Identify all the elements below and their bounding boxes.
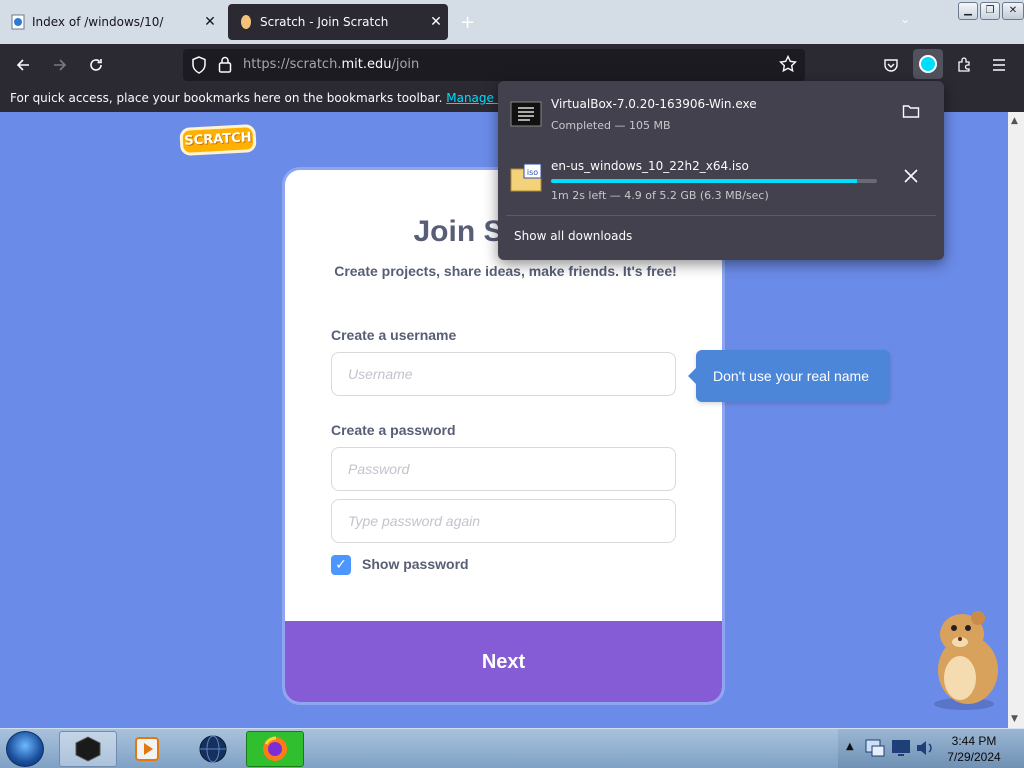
clock[interactable]: 3:44 PM 7/29/2024 [936,733,1012,765]
clock-date: 7/29/2024 [947,750,1001,764]
password-label: Create a password [331,422,456,438]
show-password-label[interactable]: Show password [362,556,469,572]
scratch-cat-icon [238,14,254,30]
forward-arrow-icon[interactable] [47,52,73,78]
chevron-down-icon[interactable]: ⌄ [900,12,910,26]
tab-strip: Index of /windows/10/ ✕ Scratch - Join S… [0,0,1024,44]
bookmarks-hint: For quick access, place your bookmarks h… [10,91,443,105]
ie-page-icon [10,14,26,30]
password-confirm-input[interactable] [331,499,676,543]
download-filename: en-us_windows_10_22h2_x64.iso [551,159,749,173]
lock-icon[interactable] [218,56,232,77]
username-input[interactable] [331,352,676,396]
download-progress-icon [919,55,937,73]
taskbar-item-virtualbox[interactable] [59,731,117,767]
bookmark-star-icon[interactable] [778,54,798,77]
close-tab-icon[interactable]: ✕ [198,14,222,30]
show-hidden-icons-icon[interactable]: ▲ [846,741,854,752]
new-tab-icon[interactable]: + [460,12,475,33]
taskbar-item-media-player[interactable] [118,731,176,767]
speaker-icon[interactable] [914,737,936,759]
virtualbox-icon [75,736,101,762]
folder-icon[interactable] [900,103,922,125]
monitor-icon[interactable] [890,737,912,759]
shield-icon[interactable] [191,56,207,78]
close-window-button[interactable]: ✕ [1002,2,1024,20]
tab-title: Scratch - Join Scratch [260,15,389,29]
cancel-download-icon[interactable] [900,167,922,189]
tab-index-windows[interactable]: Index of /windows/10/ ✕ [0,4,222,40]
download-filename: VirtualBox-7.0.20-163906-Win.exe [551,97,757,111]
minimize-button[interactable]: ▁ [958,2,978,20]
hamster-mascot-icon [934,611,998,710]
media-player-icon [135,737,159,761]
next-button[interactable]: Next [285,621,722,702]
start-button[interactable] [6,731,44,767]
downloads-panel: VirtualBox-7.0.20-163906-Win.exe Complet… [498,81,944,260]
globe-icon [199,735,227,763]
download-item[interactable]: iso en-us_windows_10_22h2_x64.iso 1m 2s … [506,153,936,209]
download-progress-bar [551,179,877,183]
system-tray: ▲ 3:44 PM 7/29/2024 [838,729,1024,768]
download-status: Completed — 105 MB [551,119,671,132]
url-text: https://scratch.mit.edu/join [243,57,420,72]
scroll-down-icon[interactable]: ▼ [1011,714,1018,724]
username-label: Create a username [331,327,457,343]
menu-icon[interactable] [986,52,1012,78]
taskbar-item-firefox[interactable] [246,731,304,767]
tab-scratch-join[interactable]: Scratch - Join Scratch ✕ [228,4,448,40]
vertical-scrollbar[interactable]: ▲ ▼ [1008,112,1024,728]
clock-time: 3:44 PM [951,734,997,748]
download-status: 1m 2s left — 4.9 of 5.2 GB (6.3 MB/sec) [551,189,769,202]
tab-title: Index of /windows/10/ [32,15,164,29]
scroll-up-icon[interactable]: ▲ [1011,116,1018,126]
divider [506,215,936,216]
window-controls: ▁ ❐ ✕ [958,2,1024,20]
taskbar: ▲ 3:44 PM 7/29/2024 [0,728,1024,768]
exe-file-icon [510,101,542,127]
show-all-downloads-link[interactable]: Show all downloads [514,229,632,243]
taskbar-item-globe[interactable] [184,731,242,767]
firefox-icon [263,736,287,761]
username-tooltip: Don't use your real name [688,350,890,402]
address-bar[interactable]: https://scratch.mit.edu/join [183,49,805,81]
scratch-logo[interactable]: SCRATCH [179,124,257,156]
close-tab-icon[interactable]: ✕ [424,14,448,30]
reload-icon[interactable] [83,52,109,78]
downloads-button[interactable] [913,49,943,79]
restore-button[interactable]: ❐ [980,2,1000,20]
pocket-icon[interactable] [878,52,904,78]
svg-text:iso: iso [527,168,538,177]
network-icon[interactable] [864,737,886,759]
back-arrow-icon[interactable] [10,52,36,78]
password-input[interactable] [331,447,676,491]
show-password-checkbox[interactable]: ✓ [331,555,351,575]
extensions-icon[interactable] [951,52,977,78]
navigation-toolbar: https://scratch.mit.edu/join [0,44,1024,86]
iso-file-icon: iso [510,163,542,192]
download-item[interactable]: VirtualBox-7.0.20-163906-Win.exe Complet… [506,89,936,145]
download-progress-fill [551,179,858,183]
page-subtitle: Create projects, share ideas, make frien… [334,263,677,279]
